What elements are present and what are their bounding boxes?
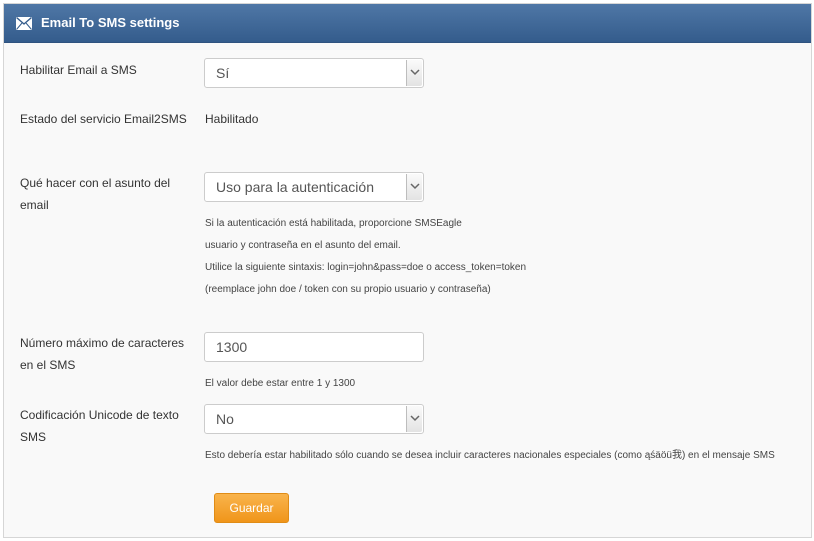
unicode-label-line1: Codificación Unicode de texto (20, 408, 179, 422)
max-chars-help: El valor debe estar entre 1 y 1300 (205, 378, 356, 389)
status-label: Estado del servicio Email2SMS (20, 112, 187, 126)
subject-select[interactable]: Uso para la autenticación (204, 172, 424, 202)
subject-help-line1: Si la autenticación está habilitada, pro… (205, 218, 462, 229)
enable-select-value: Sí (216, 65, 230, 81)
max-chars-label-line2: en el SMS (20, 358, 76, 372)
unicode-select-arrow[interactable] (406, 406, 422, 432)
panel-header: Email To SMS settings (4, 4, 811, 43)
settings-panel: Email To SMS settings Habilitar Email a … (3, 3, 812, 538)
status-value: Habilitado (205, 112, 259, 126)
subject-select-arrow[interactable] (406, 174, 422, 200)
enable-select[interactable]: Sí (204, 58, 424, 88)
save-button[interactable]: Guardar (214, 493, 289, 523)
unicode-select[interactable]: No (204, 404, 424, 434)
chevron-down-icon (410, 69, 420, 76)
chevron-down-icon (410, 183, 420, 190)
subject-help-line2: usuario y contraseña en el asunto del em… (205, 240, 401, 251)
envelope-icon (16, 17, 32, 30)
subject-select-value: Uso para la autenticación (216, 179, 374, 195)
max-chars-label-line1: Número máximo de caracteres (20, 336, 185, 350)
subject-label-line1: Qué hacer con el asunto del (20, 176, 171, 190)
enable-select-arrow[interactable] (406, 60, 422, 86)
subject-label-line2: email (20, 198, 49, 212)
unicode-select-value: No (216, 411, 234, 427)
max-chars-input[interactable] (204, 332, 424, 362)
enable-label: Habilitar Email a SMS (20, 63, 137, 77)
chevron-down-icon (410, 415, 420, 422)
subject-help-line3: Utilice la siguiente sintaxis: login=joh… (205, 262, 527, 273)
unicode-help: Esto debería estar habilitado sólo cuand… (205, 450, 775, 461)
panel-title: Email To SMS settings (41, 15, 180, 30)
unicode-label-line2: SMS (20, 430, 47, 444)
subject-help-line4: (reemplace john doe / token con su propi… (205, 284, 491, 295)
